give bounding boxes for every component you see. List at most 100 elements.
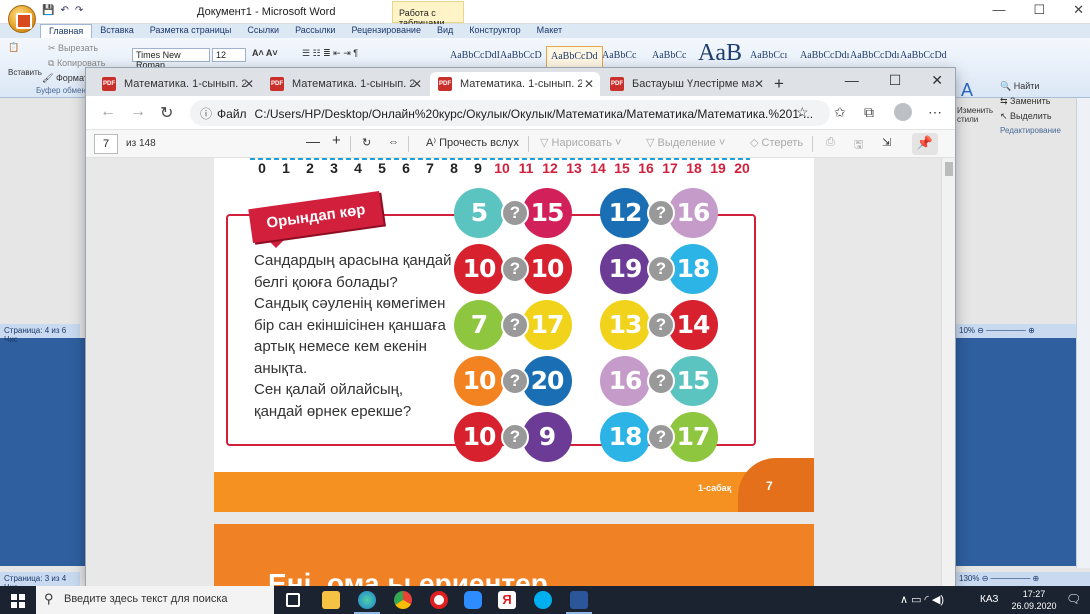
minimize-icon[interactable]: — [992, 2, 1005, 18]
taskbar-search[interactable]: ⚲ Введите здесь текст для поиска [36, 586, 274, 614]
undo-icon[interactable]: ↶ [60, 5, 68, 16]
redo-icon[interactable]: ↷ [75, 5, 83, 16]
word-zoom-bottom[interactable]: 130% ⊖ ─────── ⊕ [955, 572, 1090, 586]
select-button[interactable]: ↖ Выделить [1000, 111, 1052, 122]
forward-icon[interactable]: → [130, 103, 146, 121]
close-icon[interactable]: ✕ [931, 72, 943, 89]
refresh-icon[interactable]: ↻ [160, 103, 173, 123]
browser-tab-2[interactable]: PDF Математика. 1-сынып. 2-бөлім ✕ [262, 72, 428, 96]
save-icon[interactable]: 🖫 [854, 136, 863, 155]
replace-button[interactable]: ⇆ Заменить [1000, 96, 1051, 107]
clock[interactable]: 17:27 26.09.2020 [1008, 588, 1060, 612]
style-gallery-item[interactable]: AaBbCcDd [546, 46, 603, 68]
highlight-button[interactable]: ▽ Выделение ˅ [646, 136, 725, 149]
word-tab[interactable]: Вид [429, 24, 461, 38]
close-icon[interactable]: ✕ [1073, 2, 1084, 18]
close-tab-icon[interactable]: ✕ [412, 77, 422, 91]
word-zoom-top[interactable]: 10% ⊖ ─────── ⊕ [955, 324, 1090, 338]
word-tab[interactable]: Конструктор [461, 24, 528, 38]
browser-tab-4[interactable]: PDF Бастауыш Үлестірме материалд ✕ [602, 72, 770, 96]
style-gallery-item[interactable]: AaBbCcDdı [846, 46, 903, 68]
maximize-icon[interactable]: ☐ [889, 72, 902, 89]
close-tab-icon[interactable]: ✕ [244, 77, 254, 91]
scroll-thumb[interactable] [945, 162, 953, 176]
tray-icons[interactable]: ∧ ▭ ◜ ◀) [900, 593, 944, 606]
fit-page-icon[interactable]: ⇔ [388, 136, 399, 148]
paste-icon[interactable]: 📋 [8, 42, 19, 53]
file-explorer-icon[interactable] [322, 591, 340, 609]
style-gallery-item[interactable]: AaBbCc [648, 46, 690, 68]
word-tab[interactable]: Главная [40, 24, 93, 38]
yandex-browser-icon[interactable]: Я [498, 591, 516, 609]
pin-toolbar-icon[interactable]: 📌 [912, 133, 938, 155]
favorite-star-icon[interactable]: ☆ [796, 104, 809, 121]
edge-icon[interactable] [354, 591, 380, 614]
style-gallery-item[interactable]: AaBbCcDdı [796, 46, 853, 68]
word-tab[interactable]: Вставка [92, 24, 141, 38]
rotate-icon[interactable]: ↻ [362, 136, 371, 149]
question-mark-circle: ? [647, 255, 675, 283]
browser-tab-1[interactable]: PDF Математика. 1-сынып. 2-бөлім ✕ [94, 72, 260, 96]
word-tab[interactable]: Макет [529, 24, 570, 38]
url-input[interactable]: ⓘ Файл C:/Users/HP/Desktop/Онлайн%20курс/О… [190, 100, 830, 126]
erase-button[interactable]: ◇ Стереть [750, 136, 803, 149]
word-icon[interactable] [566, 591, 592, 614]
style-gallery-item[interactable]: AaBbCcD [496, 46, 546, 68]
language-indicator[interactable]: КАЗ [980, 594, 998, 605]
pdf-scrollbar[interactable] [941, 158, 955, 586]
style-gallery-item[interactable]: AaB [698, 40, 742, 67]
page-number-input[interactable]: 7 [94, 134, 118, 154]
change-styles-icon[interactable]: A [961, 80, 973, 101]
font-family-select[interactable]: Times New Roman [132, 48, 210, 70]
grow-font-icon[interactable]: A˄ A˅ [252, 48, 278, 58]
save-icon[interactable]: 💾 [42, 5, 54, 16]
word-tab[interactable]: Рассылки [287, 24, 343, 38]
back-icon[interactable]: ← [100, 103, 116, 121]
windows-logo-part [11, 594, 17, 600]
word-vertical-scrollbar[interactable] [1076, 98, 1090, 568]
cut-button[interactable]: ✂ Вырезать [48, 43, 98, 54]
style-gallery-item[interactable]: AaBbCc [598, 46, 640, 68]
question-line: Сандық сәуленің көмегімен [254, 295, 446, 312]
save-as-icon[interactable]: ⇲ [882, 136, 891, 149]
style-gallery-item[interactable]: AaBbCcı [746, 46, 791, 68]
profile-avatar[interactable] [894, 103, 912, 121]
print-icon[interactable]: ⎙ [826, 136, 835, 149]
find-button[interactable]: 🔍 Найти [1000, 81, 1039, 92]
notifications-icon[interactable]: 🗨 [1066, 592, 1081, 606]
new-tab-icon[interactable]: + [774, 74, 784, 94]
pdf-page: 0 1 2 3 4 5 6 7 8 9 10 11 12 13 14 15 16 17 18 19 20 Орындап… [214, 158, 814, 512]
word-tab[interactable]: Рецензирование [343, 24, 429, 38]
zoom-in-icon[interactable]: + [332, 132, 341, 149]
format-painter-button[interactable]: 🖌 Формат [42, 73, 88, 84]
more-icon[interactable]: ⋯ [928, 104, 942, 121]
word-tab[interactable]: Ссылки [239, 24, 287, 38]
number-circle: 16 [600, 356, 650, 406]
change-styles-button[interactable]: Изменить стили [957, 106, 993, 124]
zoom-out-icon[interactable]: — [306, 133, 320, 149]
read-aloud-button[interactable]: A⁾ Прочесть вслух [426, 136, 519, 149]
chrome-icon[interactable] [394, 591, 412, 609]
minimize-icon[interactable]: — [845, 72, 859, 89]
font-size-select[interactable]: 12 [212, 48, 246, 62]
paste-button[interactable]: Вставить [8, 68, 42, 77]
skype-icon[interactable] [534, 591, 552, 609]
collections-icon[interactable]: ⧉ [864, 104, 874, 121]
yandex-icon[interactable] [430, 591, 448, 609]
maximize-icon[interactable]: ☐ [1033, 2, 1045, 18]
separator [528, 136, 529, 152]
office-button[interactable] [8, 5, 36, 33]
favorites-icon[interactable]: ✩ [834, 104, 846, 121]
task-view-icon[interactable] [286, 593, 300, 607]
style-gallery-item[interactable]: AaBbCcDd [896, 46, 951, 68]
start-button[interactable] [0, 586, 36, 614]
list-icons[interactable]: ☰ ☷ ≣ ⇤ ⇥ ¶ [302, 48, 358, 59]
info-icon[interactable]: ⓘ [200, 107, 212, 121]
editing-group-label: Редактирование [1000, 126, 1061, 135]
word-tab[interactable]: Разметка страницы [142, 24, 240, 38]
browser-tab-3-active[interactable]: PDF Математика. 1-сынып. 2-бөлім ✕ [430, 72, 600, 96]
close-tab-icon[interactable]: ✕ [754, 77, 764, 91]
close-tab-icon[interactable]: ✕ [584, 77, 594, 91]
draw-button[interactable]: ▽ Нарисовать ˅ [540, 136, 621, 149]
zoom-icon[interactable] [464, 591, 482, 609]
